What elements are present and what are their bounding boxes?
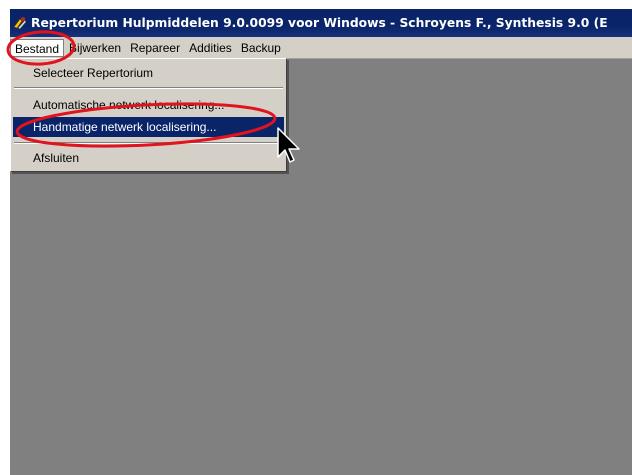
menu-addities[interactable]: Addities [185,39,236,57]
title-bar[interactable]: Repertorium Hulpmiddelen 9.0.0099 voor W… [10,9,632,37]
bestand-dropdown-menu: Selecteer Repertorium Automatische netwe… [10,58,287,172]
menu-bar: Bestand Bijwerken Repareer Addities Back… [10,37,632,59]
menu-bijwerken[interactable]: Bijwerken [65,39,125,57]
menu-item-automatische-netwerk[interactable]: Automatische netwerk localisering... [13,95,284,115]
menu-item-handmatige-netwerk[interactable]: Handmatige netwerk localisering... [13,117,284,137]
menu-separator [14,142,283,144]
app-icon[interactable] [12,15,28,31]
menu-item-afsluiten[interactable]: Afsluiten [13,148,284,168]
window-title: Repertorium Hulpmiddelen 9.0.0099 voor W… [31,16,608,30]
mouse-cursor-icon [277,127,300,163]
menu-backup[interactable]: Backup [237,39,285,57]
menu-repareer[interactable]: Repareer [126,39,184,57]
menu-bestand[interactable]: Bestand [10,38,65,57]
menu-separator [14,87,283,89]
menu-item-selecteer-repertorium[interactable]: Selecteer Repertorium [13,63,284,83]
